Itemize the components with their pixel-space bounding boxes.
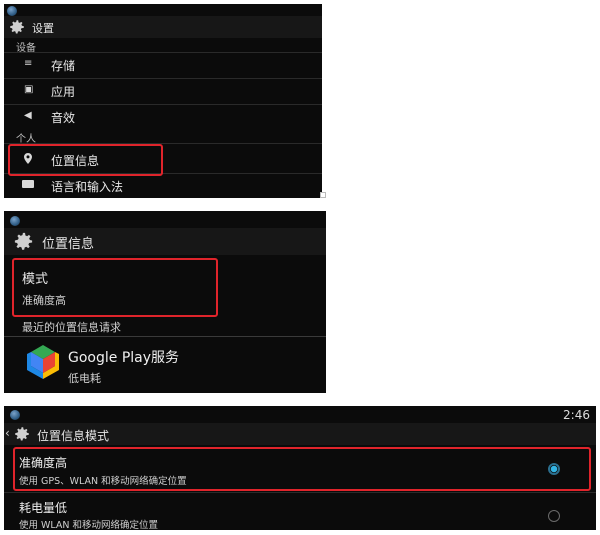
settings-panel: 设置 设备 ≡ 存储 ▣ 应用 ◀ 音效 个人 位置信息 语言和输入法 xyxy=(4,4,322,198)
storage-icon: ≡ xyxy=(24,58,33,69)
settings-item-label: 应用 xyxy=(51,85,76,99)
google-play-services-icon xyxy=(27,345,59,379)
option-label: 耗电量低 xyxy=(19,501,68,515)
divider xyxy=(4,78,322,79)
page-title: 设置 xyxy=(32,22,54,35)
page-title: 位置信息 xyxy=(42,237,95,252)
option-description: 使用 WLAN 和移动网络确定位置 xyxy=(19,520,159,530)
highlight-box xyxy=(12,258,218,317)
settings-item-storage[interactable]: ≡ 存储 xyxy=(4,54,322,76)
divider xyxy=(4,336,326,337)
apps-icon: ▣ xyxy=(24,84,34,95)
settings-titlebar: 设置 xyxy=(4,16,322,38)
settings-item-label: 语言和输入法 xyxy=(51,180,124,194)
app-name: Google Play服务 xyxy=(68,350,180,366)
highlight-box xyxy=(13,447,591,491)
settings-item-label: 音效 xyxy=(51,111,76,125)
status-indicator-icon xyxy=(10,410,20,420)
divider xyxy=(4,52,322,53)
location-titlebar: 位置信息 xyxy=(4,228,326,255)
sound-icon: ◀ xyxy=(24,110,32,121)
page-title: 位置信息模式 xyxy=(37,429,110,443)
back-chevron-icon[interactable]: ‹ xyxy=(5,426,10,440)
location-mode-titlebar: ‹ 位置信息模式 xyxy=(4,423,596,445)
status-indicator-icon xyxy=(7,6,17,16)
settings-item-language-input[interactable]: 语言和输入法 xyxy=(4,175,322,197)
location-panel: 位置信息 模式 准确度高 最近的位置信息请求 Google Play服务 低电耗 xyxy=(4,211,326,393)
option-battery-saving[interactable]: 耗电量低 使用 WLAN 和移动网络确定位置 xyxy=(4,494,596,530)
settings-gear-icon[interactable] xyxy=(8,18,26,36)
resize-handle-icon xyxy=(320,192,326,198)
settings-gear-icon[interactable] xyxy=(12,230,35,253)
settings-item-apps[interactable]: ▣ 应用 xyxy=(4,80,322,102)
settings-item-label: 存储 xyxy=(51,59,76,73)
divider xyxy=(4,104,322,105)
settings-gear-icon[interactable] xyxy=(13,425,31,443)
status-indicator-icon xyxy=(10,216,20,226)
recent-request-item[interactable]: Google Play服务 低电耗 xyxy=(4,339,326,393)
recent-requests-header: 最近的位置信息请求 xyxy=(22,321,121,334)
status-time: 2:46 xyxy=(563,408,590,422)
settings-item-sound[interactable]: ◀ 音效 xyxy=(4,106,322,128)
app-usage: 低电耗 xyxy=(68,372,101,385)
location-mode-panel: 2:46 ‹ 位置信息模式 准确度高 使用 GPS、WLAN 和移动网络确定位置… xyxy=(4,406,596,530)
radio-unselected[interactable] xyxy=(548,510,560,522)
divider xyxy=(4,492,596,493)
keyboard-icon xyxy=(22,180,34,188)
highlight-box xyxy=(8,144,163,176)
